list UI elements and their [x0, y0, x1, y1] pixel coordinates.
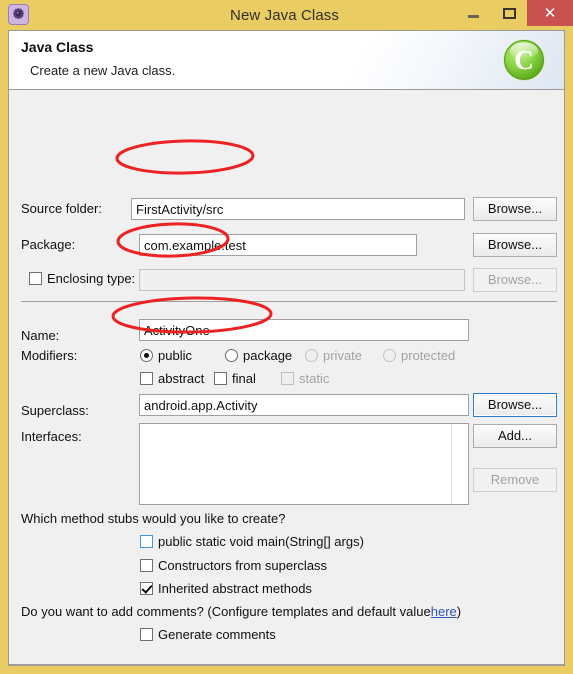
enclosing-type-input[interactable] [139, 269, 465, 291]
enclosing-type-row[interactable]: Enclosing type: [29, 271, 135, 286]
source-folder-input[interactable] [131, 198, 465, 220]
page-title: Java Class [21, 39, 94, 55]
java-class-badge-icon: C [500, 36, 548, 84]
checkbox-static-label: static [299, 371, 330, 386]
checkbox-generate-comments-icon[interactable] [140, 628, 153, 641]
checkbox-final-icon[interactable] [214, 372, 227, 385]
wizard-header: Java Class Create a new Java class. C [9, 31, 564, 90]
minimize-button[interactable] [455, 0, 491, 26]
checkbox-main-method-icon[interactable] [140, 535, 153, 548]
configure-templates-link[interactable]: here [431, 604, 457, 619]
checkbox-abstract-icon[interactable] [140, 372, 153, 385]
page-subtitle: Create a new Java class. [30, 63, 176, 78]
close-button[interactable]: ✕ [527, 0, 573, 26]
window-controls: ✕ [455, 0, 573, 26]
source-folder-label-row: Source folder: [21, 201, 102, 216]
package-label: Package: [21, 237, 76, 252]
checkbox-static-icon [281, 372, 294, 385]
comments-question-text: Do you want to add comments? (Configure … [21, 604, 431, 619]
radio-protected-label: protected [401, 348, 456, 363]
checkbox-constructors-superclass[interactable]: Constructors from superclass [140, 558, 327, 573]
superclass-label-row: Superclass: [21, 403, 89, 418]
name-label: Name: [21, 328, 60, 343]
checkbox-constructors-superclass-label: Constructors from superclass [158, 558, 328, 573]
checkbox-generate-comments-label: Generate comments [158, 627, 276, 642]
gear-icon [8, 4, 29, 25]
badge-letter: C [514, 45, 534, 75]
comments-question: Do you want to add comments? (Configure … [21, 604, 461, 619]
superclass-browse-button[interactable]: Browse... [473, 393, 557, 417]
checkbox-constructors-superclass-icon[interactable] [140, 559, 153, 572]
enclosing-type-browse-button[interactable]: Browse... [473, 268, 557, 292]
modifier-radio-package[interactable]: package [225, 348, 292, 363]
name-label-row: Name: [21, 328, 59, 343]
source-folder-label: Source folder: [21, 201, 102, 216]
checkbox-main-method[interactable]: public static void main(String[] args) [140, 534, 364, 549]
checkbox-inherited-abstract[interactable]: Inherited abstract methods [140, 581, 312, 596]
modifier-checkbox-abstract[interactable]: abstract [140, 371, 204, 386]
package-label-row: Package: [21, 237, 75, 252]
wizard-body: Source folder: Browse... Package: Browse… [9, 90, 564, 665]
interfaces-remove-button[interactable]: Remove [473, 468, 557, 492]
radio-public-icon[interactable] [140, 349, 153, 362]
source-folder-browse-button[interactable]: Browse... [473, 197, 557, 221]
modifier-checkbox-static: static [281, 371, 329, 386]
interfaces-add-button[interactable]: Add... [473, 424, 557, 448]
new-java-class-dialog: New Java Class ✕ Java Class Create a new… [0, 0, 573, 674]
package-browse-button[interactable]: Browse... [473, 233, 557, 257]
modifier-radio-public[interactable]: public [140, 348, 192, 363]
maximize-button[interactable] [491, 0, 527, 26]
interfaces-label-row: Interfaces: [21, 429, 82, 444]
checkbox-final-label: final [232, 371, 256, 386]
modifiers-label-row: Modifiers: [21, 348, 77, 363]
title-bar: New Java Class ✕ [0, 0, 573, 30]
comments-question-tail: ) [456, 604, 462, 619]
radio-package-label: package [243, 348, 293, 363]
package-input[interactable] [139, 234, 417, 256]
enclosing-type-label: Enclosing type: [47, 271, 136, 286]
enclosing-type-checkbox[interactable] [29, 272, 42, 285]
checkbox-inherited-abstract-icon[interactable] [140, 582, 153, 595]
modifier-radio-private: private [305, 348, 362, 363]
checkbox-generate-comments[interactable]: Generate comments [140, 627, 276, 642]
checkbox-inherited-abstract-label: Inherited abstract methods [158, 581, 312, 596]
radio-protected-icon [383, 349, 396, 362]
radio-public-label: public [158, 348, 192, 363]
interfaces-listbox[interactable] [139, 423, 469, 505]
name-input[interactable] [139, 319, 469, 341]
modifier-checkbox-final[interactable]: final [214, 371, 256, 386]
footer-divider [9, 664, 564, 665]
checkbox-main-method-label: public static void main(String[] args) [158, 534, 364, 549]
radio-package-icon[interactable] [225, 349, 238, 362]
interfaces-label: Interfaces: [21, 429, 82, 444]
checkbox-abstract-label: abstract [158, 371, 205, 386]
section-divider-1 [21, 301, 557, 302]
modifier-radio-protected: protected [383, 348, 455, 363]
method-stubs-question: Which method stubs would you like to cre… [21, 511, 286, 526]
superclass-input[interactable] [139, 394, 469, 416]
dialog-content: Java Class Create a new Java class. C So… [8, 30, 565, 666]
superclass-label: Superclass: [21, 403, 89, 418]
modifiers-label: Modifiers: [21, 348, 78, 363]
radio-private-icon [305, 349, 318, 362]
radio-private-label: private [323, 348, 363, 363]
interfaces-scrollbar[interactable] [451, 424, 468, 504]
